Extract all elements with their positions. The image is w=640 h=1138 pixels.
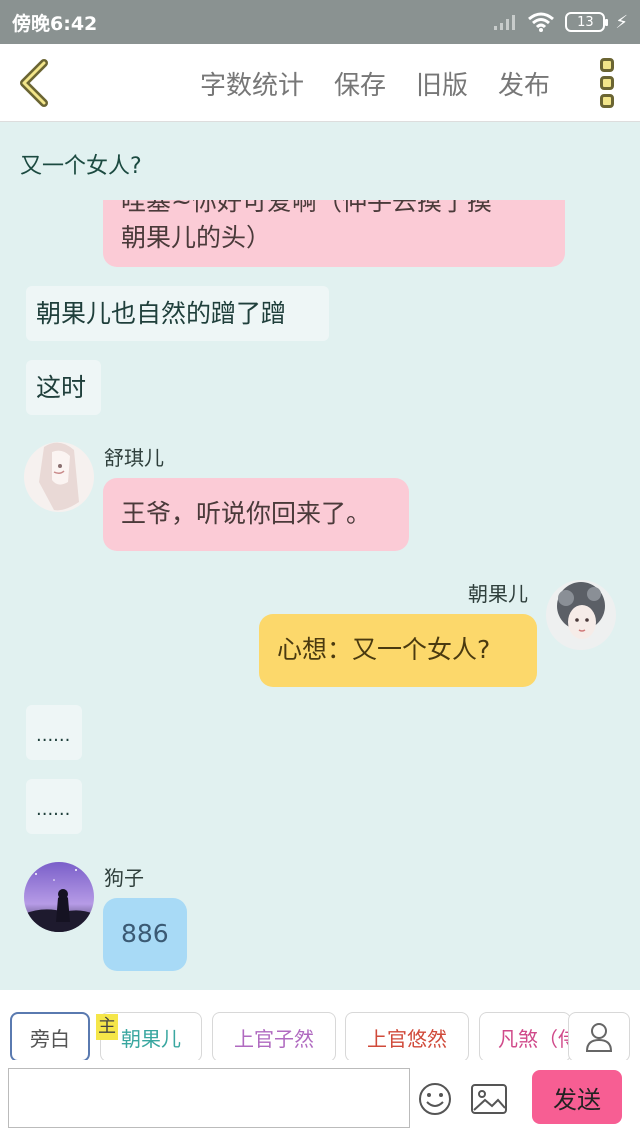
message-text: 王爷，听说你回来了。	[121, 499, 372, 528]
role-tab-narrator[interactable]: 旁白	[10, 1012, 90, 1062]
avatar-image	[24, 442, 94, 512]
send-button[interactable]: 发送	[532, 1070, 622, 1124]
toolbar-menu: 字数统计 保存 旧版 发布	[200, 44, 550, 122]
status-bar: 傍晚6:42 13 ⚡	[0, 0, 640, 44]
avatar-chaoguoer[interactable]	[546, 580, 616, 650]
status-time: 傍晚6:42	[12, 12, 98, 35]
narration-bubble[interactable]: ......	[26, 779, 82, 834]
speaker-name: 狗子	[104, 866, 144, 890]
message-input[interactable]	[8, 1068, 410, 1128]
avatar-image	[24, 862, 94, 932]
message-text: 心想：又一个女人?	[277, 635, 491, 664]
role-tab-label: 朝果儿	[121, 1026, 181, 1051]
input-bar: 发送	[0, 1060, 640, 1138]
chat-area[interactable]: 哇塞~你好可爱啊（伸手去摸了摸 朝果儿的头） 朝果儿也自然的蹭了蹭 这时 舒琪儿…	[0, 200, 640, 990]
message-bubble[interactable]: 王爷，听说你回来了。	[103, 478, 409, 551]
role-tab-fansha[interactable]: 凡煞（侍	[479, 1012, 571, 1062]
wifi-icon	[528, 12, 555, 32]
narration-text: 朝果儿也自然的蹭了蹭	[36, 299, 287, 328]
more-menu-icon[interactable]	[600, 58, 618, 108]
message-text-line: 哇塞~你好可爱啊（伸手去摸了摸	[121, 200, 492, 216]
role-tab-shangguanziran[interactable]: 上官子然	[212, 1012, 336, 1062]
narration-text: ......	[36, 725, 71, 746]
word-count-button[interactable]: 字数统计	[200, 65, 304, 102]
main-role-badge: 主	[96, 1014, 118, 1040]
message-text-line: 朝果儿的头）	[121, 223, 272, 252]
message-bubble[interactable]: 心想：又一个女人?	[259, 614, 537, 687]
role-tab-label: 上官子然	[234, 1026, 314, 1051]
signal-icon	[494, 15, 516, 30]
old-version-button[interactable]: 旧版	[416, 65, 468, 102]
send-label: 发送	[553, 1085, 601, 1114]
narration-text: ......	[36, 799, 71, 820]
user-icon	[585, 1023, 613, 1052]
role-manager-button[interactable]	[568, 1012, 630, 1062]
battery-indicator: 13	[565, 12, 609, 32]
message-text: 886	[121, 919, 169, 948]
top-toolbar: 字数统计 保存 旧版 发布	[0, 44, 640, 122]
narration-text: 这时	[36, 373, 87, 402]
battery-level: 13	[577, 14, 594, 30]
speaker-name: 朝果儿	[468, 582, 528, 606]
charging-icon: ⚡	[615, 11, 628, 33]
message-bubble-partial[interactable]: 哇塞~你好可爱啊（伸手去摸了摸 朝果儿的头）	[103, 200, 565, 267]
message-bubble[interactable]: 886	[103, 898, 187, 971]
avatar-image	[546, 580, 616, 650]
publish-button[interactable]: 发布	[498, 65, 550, 102]
back-chevron-icon[interactable]	[14, 58, 54, 108]
avatar-gouzi[interactable]	[24, 862, 94, 932]
emoji-icon[interactable]	[418, 1082, 452, 1116]
save-button[interactable]: 保存	[334, 65, 386, 102]
status-icons: 13 ⚡	[493, 12, 628, 33]
role-tab-label: 旁白	[30, 1026, 70, 1051]
speaker-name: 舒琪儿	[104, 446, 164, 470]
narration-bubble[interactable]: 朝果儿也自然的蹭了蹭	[26, 286, 329, 341]
avatar-shuqier[interactable]	[24, 442, 94, 512]
chat-title: 又一个女人?	[20, 154, 142, 179]
narration-bubble[interactable]: 这时	[26, 360, 101, 415]
role-tab-label: 凡煞（侍	[498, 1026, 571, 1051]
role-tab-label: 上官悠然	[367, 1026, 447, 1051]
role-tab-shangguanyouran[interactable]: 上官悠然	[345, 1012, 469, 1062]
narration-bubble[interactable]: ......	[26, 705, 82, 760]
image-icon[interactable]	[470, 1082, 508, 1116]
